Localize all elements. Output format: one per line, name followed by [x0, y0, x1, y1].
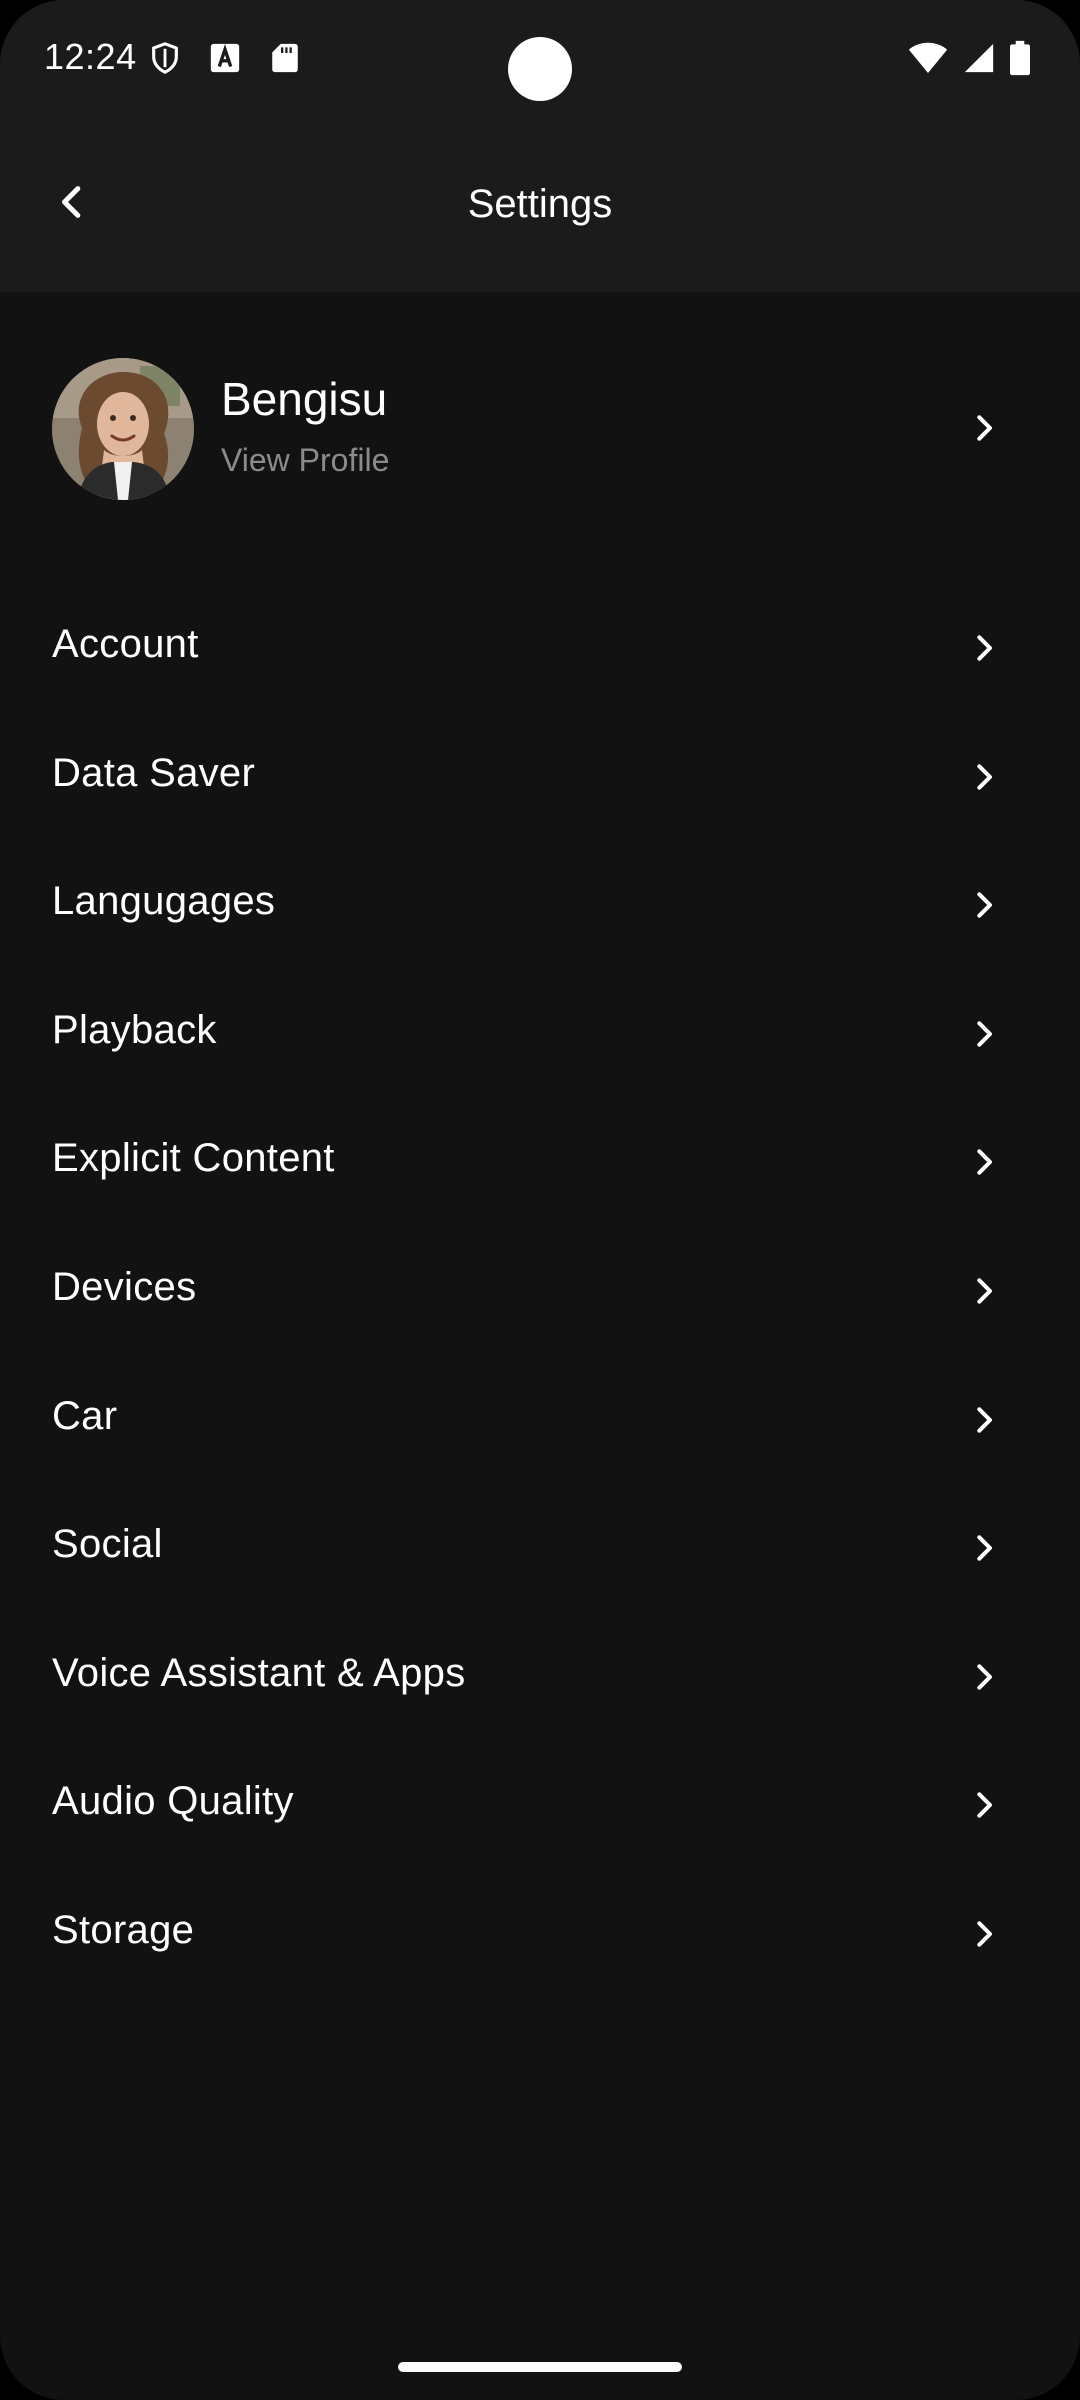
profile-name: Bengisu: [221, 373, 388, 425]
menu-item-explicit-content[interactable]: Explicit Content: [0, 1098, 1080, 1227]
wifi-icon: [908, 42, 948, 73]
menu-item-label: Social: [52, 1522, 163, 1567]
chevron-right-icon: [977, 1535, 992, 1561]
sd-card-icon: [272, 43, 298, 73]
menu-item-label: Car: [52, 1393, 118, 1438]
avatar: [52, 358, 194, 500]
status-icons-right: [908, 40, 1030, 76]
menu-item-car[interactable]: Car: [0, 1356, 1080, 1485]
battery-icon: [1010, 40, 1030, 76]
chevron-right-icon: [977, 1664, 992, 1690]
shield-icon: [152, 42, 178, 74]
settings-menu: Account Data Saver Langugages Playback E…: [0, 584, 1080, 1999]
chevron-right-icon: [977, 635, 992, 661]
menu-item-storage[interactable]: Storage: [0, 1870, 1080, 1999]
menu-item-playback[interactable]: Playback: [0, 970, 1080, 1099]
menu-item-label: Data Saver: [52, 750, 256, 795]
menu-item-label: Langugages: [52, 879, 276, 924]
chevron-right-icon: [977, 1792, 992, 1819]
chevron-right-icon: [977, 763, 992, 790]
menu-item-label: Explicit Content: [52, 1136, 335, 1181]
font-download-icon: [210, 43, 240, 73]
chevron-right-icon: [977, 1021, 992, 1047]
menu-item-account[interactable]: Account: [0, 584, 1080, 713]
menu-item-label: Playback: [52, 1007, 217, 1052]
page-title: Settings: [467, 182, 613, 226]
menu-item-label: Audio Quality: [52, 1779, 294, 1824]
menu-item-voice-assistant[interactable]: Voice Assistant & Apps: [0, 1613, 1080, 1742]
avatar-image: [52, 358, 194, 500]
chevron-right-icon: [977, 1406, 992, 1433]
profile-row[interactable]: Bengisu View Profile: [0, 342, 1080, 514]
menu-item-label: Voice Assistant & Apps: [52, 1650, 466, 1695]
chevron-right-icon: [977, 1149, 992, 1176]
menu-item-label: Devices: [52, 1264, 197, 1309]
chevron-right-icon: [977, 892, 992, 918]
status-icons-left: [148, 40, 302, 76]
home-indicator[interactable]: [398, 2362, 682, 2372]
menu-item-label: Storage: [52, 1907, 195, 1952]
menu-item-data-saver[interactable]: Data Saver: [0, 713, 1080, 842]
camera-cutout: [508, 37, 572, 101]
chevron-right-icon: [977, 415, 992, 441]
menu-item-devices[interactable]: Devices: [0, 1227, 1080, 1356]
chevron-right-icon: [977, 1921, 992, 1947]
view-profile-link: View Profile: [221, 442, 390, 478]
menu-item-social[interactable]: Social: [0, 1484, 1080, 1613]
menu-item-languages[interactable]: Langugages: [0, 841, 1080, 970]
status-bar: 12:24: [0, 0, 1080, 120]
phone-screen: 12:24 Settings Bengisu View Profile Acco…: [0, 0, 1080, 2400]
status-time: 12:24: [44, 36, 137, 77]
menu-item-audio-quality[interactable]: Audio Quality: [0, 1741, 1080, 1870]
menu-item-label: Account: [52, 622, 199, 666]
signal-icon: [964, 43, 994, 73]
app-bar: Settings: [0, 120, 1080, 292]
chevron-right-icon: [977, 1278, 992, 1304]
